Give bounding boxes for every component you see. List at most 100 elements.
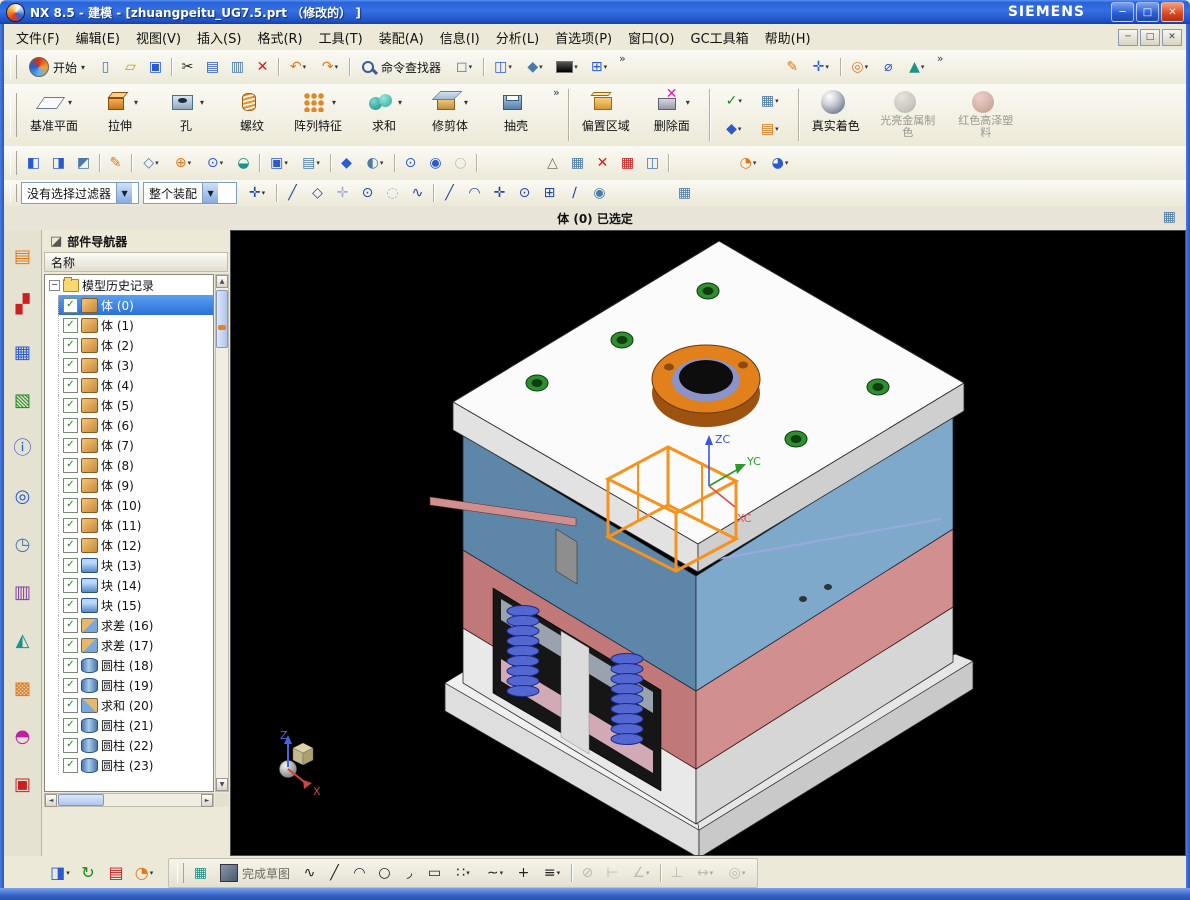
snap-arc-center-button[interactable]: ⊙ ▾ [355,181,380,206]
visibility-checkbox[interactable]: ✓ [63,317,78,333]
snap-endpoint-button[interactable]: ╱ ▾ [280,181,305,206]
visibility-checkbox[interactable]: ✓ [63,737,78,753]
scroll-right-button[interactable]: ► [201,793,213,807]
datum-plane-small-button[interactable]: ◇ ▾ [135,151,167,176]
refresh-button[interactable]: ↻ ▾ [74,859,102,887]
menu-edit[interactable]: 编辑(E) [68,25,128,50]
save-button[interactable]: ▣ ▾ [143,55,168,80]
measure-body-button[interactable]: ○ ▾ [448,151,473,176]
chevron-down-icon[interactable]: ▼ [116,183,133,203]
thread-button[interactable]: ▾ 螺纹 [219,85,285,146]
snap-target-button[interactable]: ◎ ▾ [844,55,876,80]
measure-angle-button[interactable]: ◉ ▾ [423,151,448,176]
magnify-button[interactable]: ◉ ▾ [587,181,612,206]
shell-button[interactable]: ▾ 抽壳 [483,85,549,146]
tree-item-body-1[interactable]: ✓ 体 (1) [58,315,213,335]
datum-plane-button[interactable]: ▾ 基准平面 [21,85,87,146]
scrollbar-thumb[interactable] [58,794,104,806]
visibility-checkbox[interactable]: ✓ [63,557,78,573]
pattern-curve-tool[interactable]: ∷ ▾ [447,861,479,886]
profile-tool[interactable]: ∿ ▾ [297,861,322,886]
part-family-button[interactable]: ◔ ▾ [732,151,764,176]
redo-button[interactable]: ↷ ▾ [314,55,346,80]
display-mode-button[interactable]: ■ ▾ [551,55,583,80]
navigator-tree[interactable]: − 模型历史记录 ✓ 体 (0) ✓ 体 (1) ✓ 体 (2) ✓ 体 (3) [44,274,214,792]
timestamp-order-button[interactable]: ◨ ▾ [46,859,74,887]
tree-item-body-7[interactable]: ✓ 体 (7) [58,435,213,455]
new-file-button[interactable]: ▯ ▾ [93,55,118,80]
tree-item-body-4[interactable]: ✓ 体 (4) [58,375,213,395]
chevron-down-icon[interactable]: ▼ [202,183,219,203]
export-button[interactable]: ▤ ▾ [102,859,130,887]
tree-item-body-9[interactable]: ✓ 体 (9) [58,475,213,495]
constraints-tool[interactable]: ⊥ ▾ [664,861,689,886]
extend-tool[interactable]: ⊢ ▾ [600,861,625,886]
maximize-button[interactable]: □ [1136,2,1159,22]
line-tool[interactable]: ╱ ▾ [322,861,347,886]
tree-item-body-3[interactable]: ✓ 体 (3) [58,355,213,375]
close-button[interactable]: ✕ [1161,2,1184,22]
menu-gc-toolbox[interactable]: GC工具箱 [683,25,757,50]
tree-item-body-6[interactable]: ✓ 体 (6) [58,415,213,435]
visibility-checkbox[interactable]: ✓ [63,617,78,633]
visibility-checkbox[interactable]: ✓ [63,637,78,653]
auto-constrain-tool[interactable]: ◎ ▾ [721,861,753,886]
arc-tool-button[interactable]: ◠ ▾ [462,181,487,206]
tree-item-body-8[interactable]: ✓ 体 (8) [58,455,213,475]
scope-filter-select[interactable]: 整个装配 ▼ [143,182,237,204]
extrude-small-button[interactable]: ⊕ ▾ [167,151,199,176]
hd3d-report-button[interactable]: ◆ ▾ [718,117,750,142]
history-icon[interactable]: ◷ ▾ [8,530,38,560]
type-filter-select[interactable]: 没有选择过滤器 ▼ [21,182,139,204]
tree-item-cylinder-18[interactable]: ✓ 圆柱 (18) [58,655,213,675]
menu-window[interactable]: 窗口(O) [620,25,682,50]
cascade-window-button[interactable]: ◩ ▾ [71,151,96,176]
point-on-curve-button[interactable]: ✛ ▾ [487,181,512,206]
update-table-button[interactable]: ▦ ▾ [615,151,640,176]
reuse-library-icon[interactable]: ▧ ▾ [8,386,38,416]
two-point-button[interactable]: ∕ ▾ [562,181,587,206]
menu-analysis[interactable]: 分析(L) [488,25,547,50]
visibility-checkbox[interactable]: ✓ [63,697,78,713]
split-screen-button[interactable]: ⊞ ▾ [583,55,615,80]
tree-item-cylinder-21[interactable]: ✓ 圆柱 (21) [58,715,213,735]
view-tools-button[interactable]: ▲ ▾ [901,55,933,80]
minimize-button[interactable]: ─ [1111,2,1134,22]
quick-trim-tool[interactable]: ∠ ▾ [625,861,657,886]
tree-item-block-15[interactable]: ✓ 块 (15) [58,595,213,615]
tree-item-cylinder-19[interactable]: ✓ 圆柱 (19) [58,675,213,695]
tree-item-body-5[interactable]: ✓ 体 (5) [58,395,213,415]
menu-preferences[interactable]: 首选项(P) [547,25,620,50]
sketch-task-button[interactable]: ✎ ▾ [103,151,128,176]
visibility-checkbox[interactable]: ✓ [63,437,78,453]
draft-analysis-button[interactable]: △ ▾ [540,151,565,176]
menu-file[interactable]: 文件(F) [8,25,68,50]
dimension-tool[interactable]: ↔ ▾ [689,861,721,886]
snap-intersection-button[interactable]: ✛ ▾ [330,181,355,206]
toolbar-overflow[interactable]: » [619,50,626,65]
scroll-down-button[interactable]: ▼ [216,778,228,791]
toolbar-grip[interactable] [10,93,17,137]
vertical-scrollbar[interactable]: ▲ ▼ [215,274,229,792]
visibility-checkbox[interactable]: ✓ [63,337,78,353]
point-tool[interactable]: + ▾ [511,861,536,886]
grid-display-button[interactable]: ▦ ▾ [672,181,697,206]
tree-item-block-13[interactable]: ✓ 块 (13) [58,555,213,575]
bounding-body-button[interactable]: ◫ ▾ [640,151,665,176]
visibility-checkbox[interactable]: ✓ [63,677,78,693]
selection-tool-button[interactable]: ◻ ▾ [448,55,480,80]
trim-small-button[interactable]: ▤ ▾ [295,151,327,176]
mold-assembly[interactable] [429,240,974,859]
tree-item-body-2[interactable]: ✓ 体 (2) [58,335,213,355]
snap-existing-point-button[interactable]: ∿ ▾ [405,181,430,206]
point-on-face-button[interactable]: ⊙ ▾ [512,181,537,206]
visibility-checkbox[interactable]: ✓ [63,417,78,433]
part-navigator-icon[interactable]: ▦ ▾ [8,338,38,368]
tree-item-cylinder-22[interactable]: ✓ 圆柱 (22) [58,735,213,755]
point-constructor-button[interactable]: ⊞ ▾ [537,181,562,206]
model-3d[interactable]: ZC YC XC Z X [231,231,1185,859]
menu-tools[interactable]: 工具(T) [311,25,371,50]
visibility-checkbox[interactable]: ✓ [63,597,78,613]
trim-body-button[interactable]: ▾ 修剪体 [417,85,483,146]
copy-button[interactable]: ▤ ▾ [200,55,225,80]
